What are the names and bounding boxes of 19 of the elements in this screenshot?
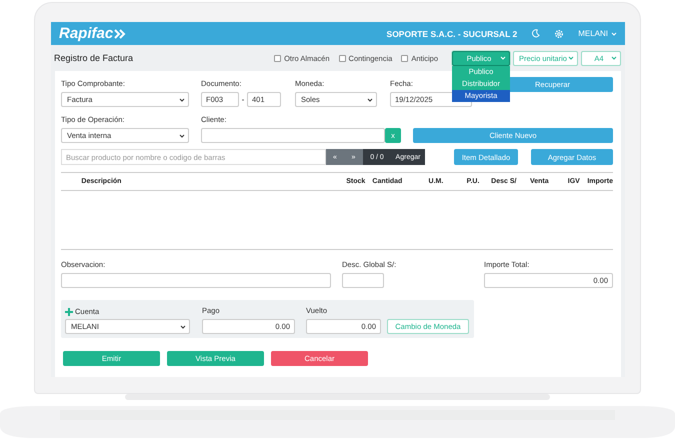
- chevron-down-icon: [179, 98, 185, 102]
- plus-icon[interactable]: [65, 308, 73, 316]
- settings-icon[interactable]: [554, 28, 564, 38]
- double-chevron-icon: [114, 28, 126, 38]
- company-name: SOPORTE S.A.C. - SUCURSAL 2: [386, 28, 518, 38]
- chevron-down-icon: [180, 324, 186, 328]
- app-logo: Rapifac: [59, 25, 114, 42]
- page-title: Registro de Factura: [54, 53, 134, 63]
- user-menu[interactable]: MELANI: [578, 29, 617, 38]
- chevron-down-icon: [500, 56, 506, 60]
- client-field[interactable]: [201, 128, 385, 143]
- chevron-down-icon: [367, 98, 373, 102]
- chevron-down-icon: [611, 56, 617, 60]
- observation-field[interactable]: [61, 273, 331, 288]
- chevron-down-icon: [568, 56, 574, 60]
- discount-field[interactable]: [342, 273, 384, 288]
- chevron-down-icon: [611, 32, 617, 36]
- chevron-down-icon: [179, 134, 185, 138]
- moon-icon[interactable]: [531, 29, 540, 38]
